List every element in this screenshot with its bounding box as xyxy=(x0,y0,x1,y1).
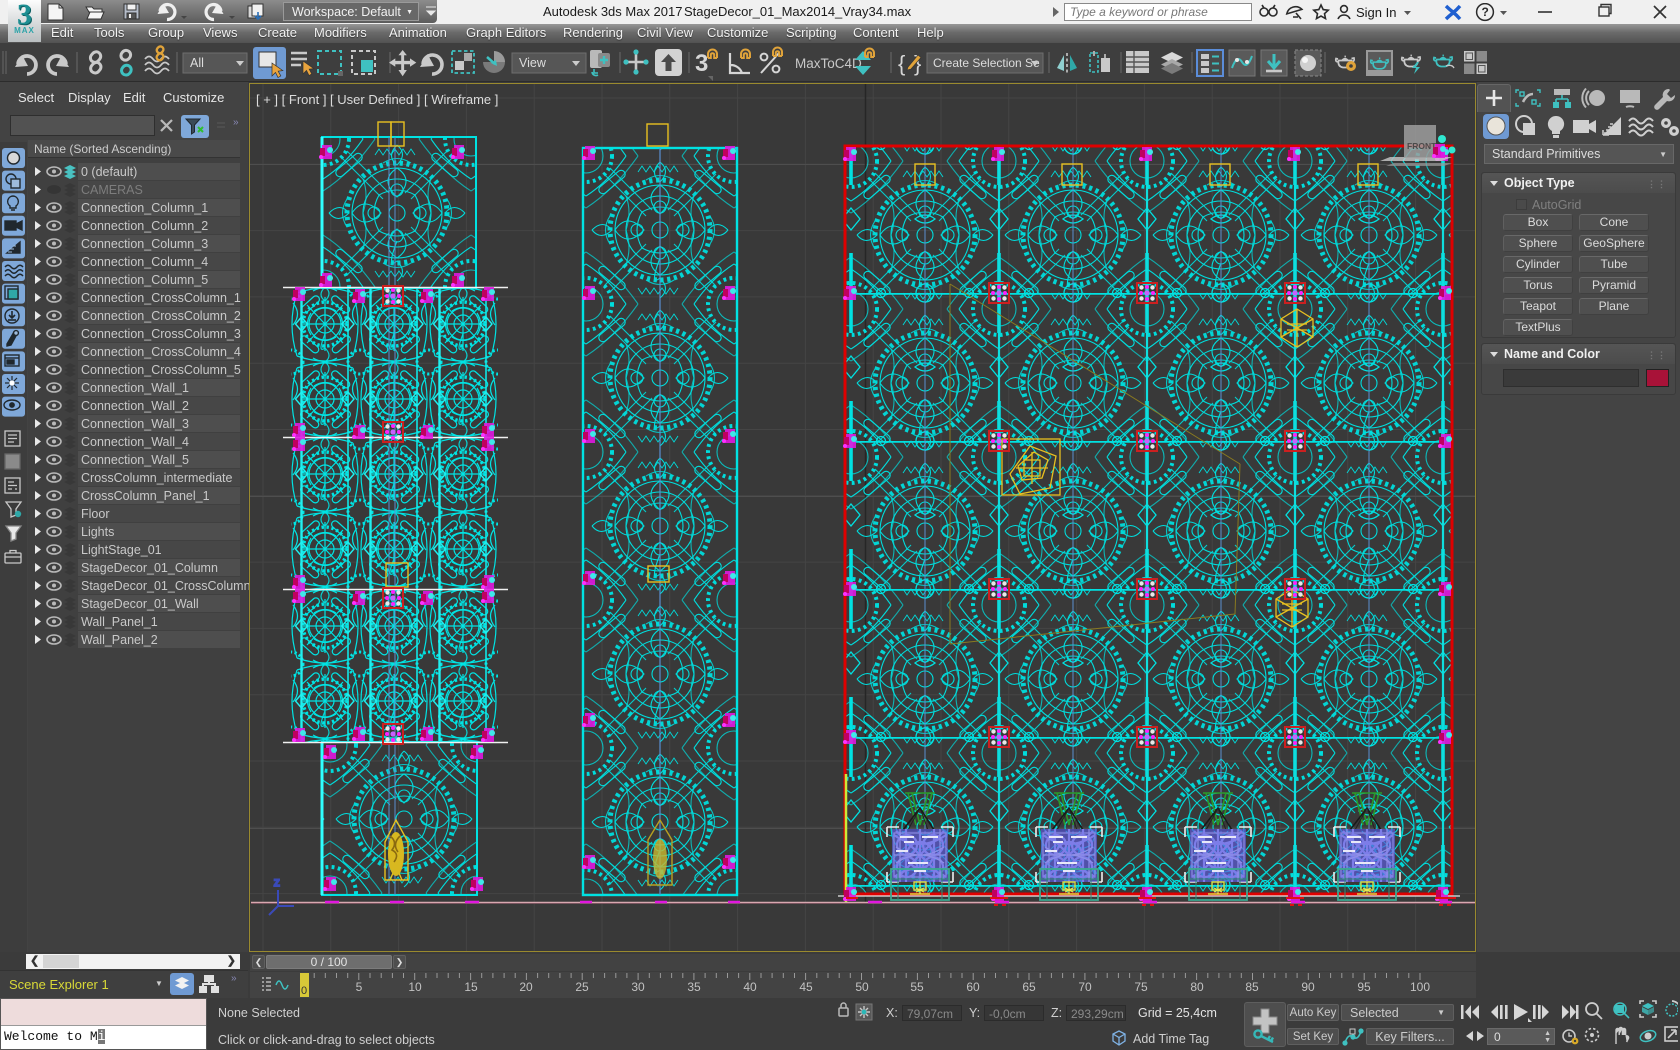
svg-text:70: 70 xyxy=(1078,980,1092,994)
svg-text:80: 80 xyxy=(1190,980,1204,994)
svg-text:10: 10 xyxy=(408,980,422,994)
svg-text:FRONT: FRONT xyxy=(1407,141,1437,151)
svg-text:55: 55 xyxy=(910,980,924,994)
svg-text:Sign In: Sign In xyxy=(1356,5,1396,20)
svg-text:40: 40 xyxy=(743,980,757,994)
svg-text:View: View xyxy=(519,56,547,70)
svg-text:MaxToC4D: MaxToC4D xyxy=(795,56,862,71)
svg-text:95: 95 xyxy=(1357,980,1371,994)
svg-text:15: 15 xyxy=(464,980,478,994)
svg-text:90: 90 xyxy=(1301,980,1315,994)
svg-text:5: 5 xyxy=(356,980,363,994)
svg-text:{: { xyxy=(898,51,905,76)
svg-text:Z: Z xyxy=(274,878,280,888)
svg-text:25: 25 xyxy=(575,980,589,994)
svg-text:35: 35 xyxy=(687,980,701,994)
svg-text:50: 50 xyxy=(855,980,869,994)
svg-text:75: 75 xyxy=(1134,980,1148,994)
svg-text:65: 65 xyxy=(1022,980,1036,994)
svg-text:Create Selection Se: Create Selection Se xyxy=(933,56,1040,70)
svg-text:All: All xyxy=(190,56,204,70)
svg-text:»: » xyxy=(233,117,239,128)
svg-text:60: 60 xyxy=(966,980,980,994)
svg-text:45: 45 xyxy=(799,980,813,994)
svg-text:20: 20 xyxy=(519,980,533,994)
svg-text:100: 100 xyxy=(1410,980,1430,994)
svg-text:30: 30 xyxy=(631,980,645,994)
svg-text:0: 0 xyxy=(301,985,307,997)
svg-text:85: 85 xyxy=(1245,980,1259,994)
svg-text:?: ? xyxy=(1482,5,1489,19)
svg-text:3: 3 xyxy=(695,50,708,77)
